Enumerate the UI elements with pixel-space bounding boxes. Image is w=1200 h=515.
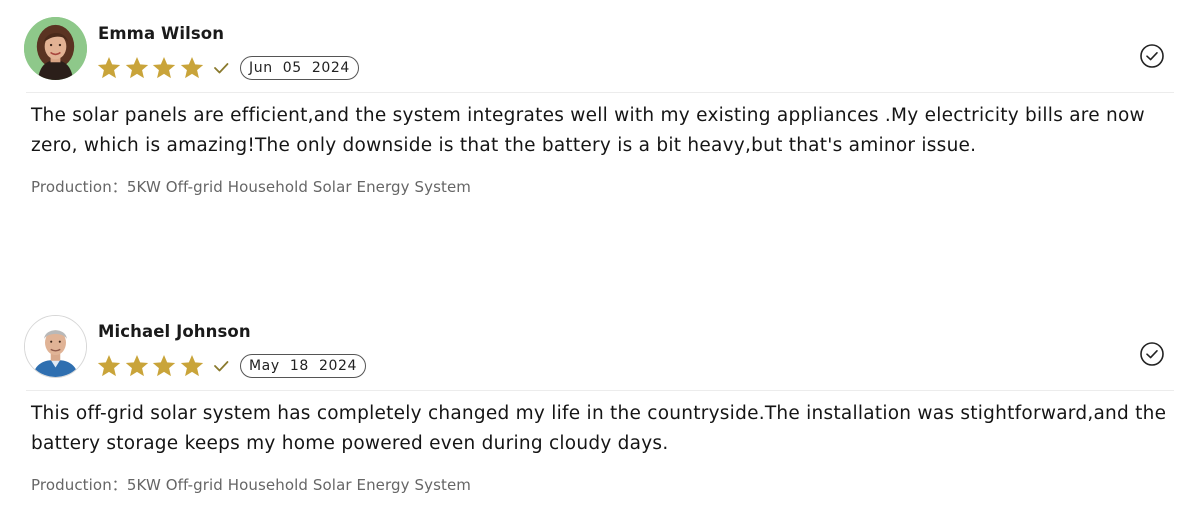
review-text: This off-grid solar system has completel…	[31, 403, 1167, 454]
star-icon	[96, 55, 122, 81]
divider	[26, 92, 1174, 93]
star-rating	[96, 55, 231, 81]
avatar-man-portrait	[25, 316, 86, 377]
star-icon	[151, 353, 177, 379]
review-text: The solar panels are efficient,and the s…	[31, 105, 1145, 156]
star-icon	[124, 353, 150, 379]
checkmark-icon	[211, 58, 231, 78]
avatar[interactable]	[24, 17, 87, 80]
avatar-woman-portrait	[24, 17, 87, 80]
star-rating	[96, 353, 231, 379]
review-date: Jun 05 2024	[240, 56, 359, 80]
star-icon	[151, 55, 177, 81]
reviewer-name: Emma Wilson	[98, 24, 225, 43]
divider	[26, 390, 1174, 391]
check-circle-icon[interactable]	[1139, 43, 1165, 69]
avatar[interactable]	[24, 315, 87, 378]
product-info: Production：5KW Off-grid Household Solar …	[31, 474, 471, 495]
product-label: Production：	[31, 178, 127, 196]
product-info: Production：5KW Off-grid Household Solar …	[31, 176, 471, 197]
star-icon	[179, 353, 205, 379]
product-label: Production：	[31, 476, 127, 494]
checkmark-icon	[211, 356, 231, 376]
reviewer-name: Michael Johnson	[98, 322, 251, 341]
star-icon	[179, 55, 205, 81]
review-date: May 18 2024	[240, 354, 366, 378]
star-icon	[96, 353, 122, 379]
product-name[interactable]: 5KW Off-grid Household Solar Energy Syst…	[127, 476, 471, 494]
check-circle-icon[interactable]	[1139, 341, 1165, 367]
star-icon	[124, 55, 150, 81]
product-name[interactable]: 5KW Off-grid Household Solar Energy Syst…	[127, 178, 471, 196]
